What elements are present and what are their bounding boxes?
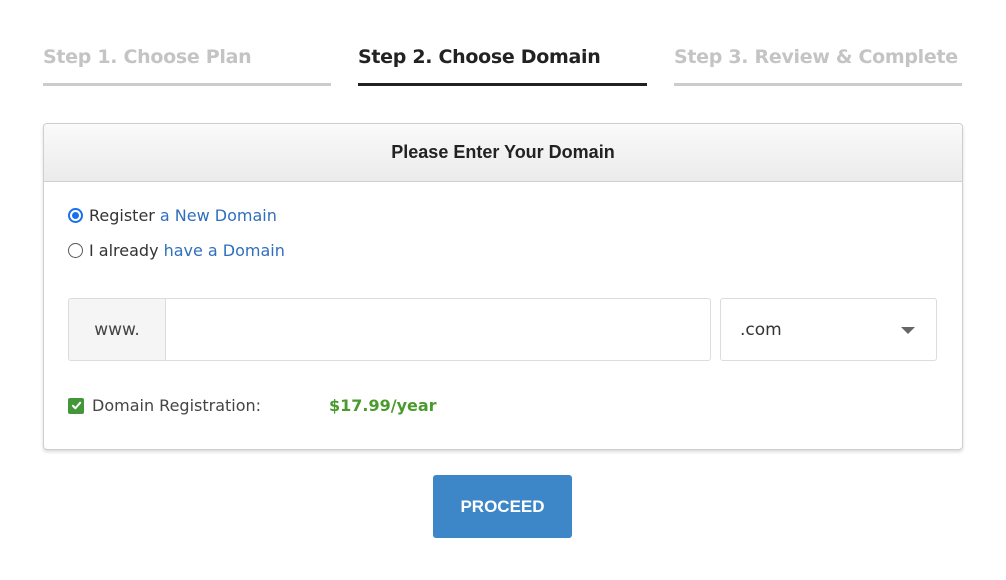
registration-checkbox[interactable] (68, 397, 84, 414)
domain-panel: Please Enter Your Domain Register a New … (43, 123, 963, 450)
step-underline (674, 83, 962, 86)
step-progress: Step 1. Choose Plan Step 2. Choose Domai… (43, 46, 962, 86)
option-prefix: Register (89, 206, 155, 225)
panel-title: Please Enter Your Domain (391, 142, 615, 162)
step-underline (43, 83, 331, 86)
domain-input[interactable] (165, 298, 711, 361)
radio-register-new[interactable] (68, 208, 83, 223)
domain-registration-row: Domain Registration: $17.99/year (68, 396, 437, 415)
registration-price: $17.99/year (329, 396, 437, 415)
step-choose-plan[interactable]: Step 1. Choose Plan (43, 46, 331, 86)
register-new-domain-option[interactable]: Register a New Domain (68, 206, 277, 225)
domain-entry-row: www. .com (68, 298, 937, 361)
proceed-button[interactable]: PROCEED (433, 475, 572, 538)
checkmark-icon (71, 401, 81, 410)
step-review-complete[interactable]: Step 3. Review & Complete (674, 46, 962, 86)
step-label: Step 3. Review & Complete (674, 46, 958, 68)
tld-selected-value: .com (740, 319, 782, 340)
radio-existing-domain[interactable] (68, 243, 83, 258)
www-prefix: www. (68, 298, 165, 361)
step-choose-domain[interactable]: Step 2. Choose Domain (358, 46, 647, 86)
option-prefix: I already (89, 241, 159, 260)
panel-header: Please Enter Your Domain (44, 124, 962, 182)
registration-label: Domain Registration: (92, 396, 262, 415)
step-label: Step 1. Choose Plan (43, 46, 252, 68)
step-label: Step 2. Choose Domain (358, 46, 601, 68)
chevron-down-icon (901, 327, 915, 334)
step-underline (358, 83, 647, 86)
new-domain-link[interactable]: a New Domain (160, 206, 277, 225)
tld-select[interactable]: .com (720, 298, 937, 361)
have-domain-link[interactable]: have a Domain (164, 241, 285, 260)
existing-domain-option[interactable]: I already have a Domain (68, 241, 285, 260)
